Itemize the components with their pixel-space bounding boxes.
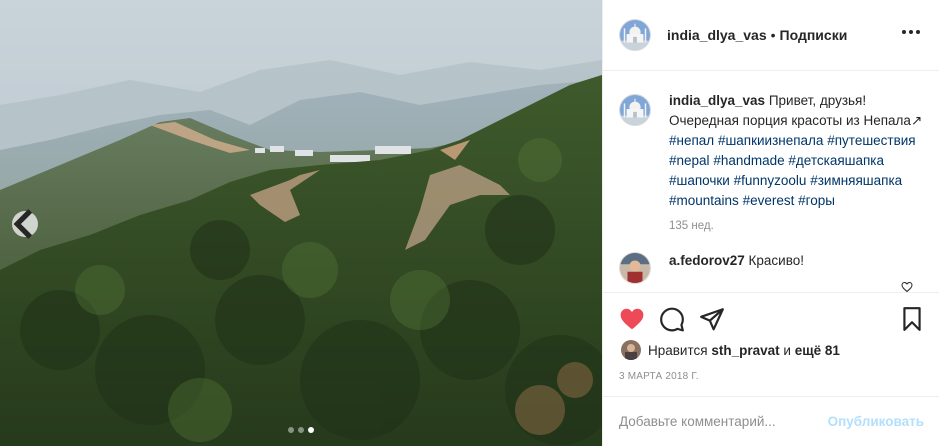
chevron-left-icon	[13, 209, 33, 239]
hashtag[interactable]: #mountains	[669, 193, 739, 208]
paper-plane-icon	[700, 308, 724, 331]
hashtag[interactable]: #горы	[798, 193, 835, 208]
mountain-landscape-image	[0, 0, 602, 446]
comment-avatar[interactable]	[619, 252, 651, 284]
post-side-panel: india_dlya_vas • Подписки india_dlya_vas…	[602, 0, 939, 446]
carousel-indicator	[288, 427, 314, 433]
comment-button[interactable]	[659, 306, 685, 332]
add-comment-bar: Опубликовать	[603, 396, 939, 446]
publish-button[interactable]: Опубликовать	[828, 414, 924, 429]
heart-filled-icon	[620, 308, 644, 330]
post-photo[interactable]	[0, 0, 602, 446]
hashtag[interactable]: #детскаяшапка	[788, 153, 884, 168]
more-dot-icon	[916, 30, 920, 34]
user-photo-avatar-icon	[621, 340, 641, 360]
caption-username[interactable]: india_dlya_vas	[669, 93, 765, 108]
more-options-button[interactable]	[902, 26, 920, 38]
hashtag[interactable]: #nepal	[669, 153, 710, 168]
comment-item: a.fedorov27 Красиво!	[619, 252, 924, 284]
caption-timestamp[interactable]: 135 нед.	[669, 220, 939, 232]
hashtag[interactable]: #путешествия	[827, 133, 915, 148]
user-photo-avatar-icon	[620, 253, 650, 283]
liker-avatar[interactable]	[621, 340, 641, 360]
hashtag[interactable]: #handmade	[713, 153, 784, 168]
carousel-prev-button[interactable]	[12, 209, 38, 239]
header-separator: •	[770, 27, 776, 43]
save-button[interactable]	[899, 306, 925, 332]
following-button[interactable]: Подписки	[780, 27, 848, 43]
action-bar	[603, 292, 939, 345]
hashtag[interactable]: #непал	[669, 133, 714, 148]
post-date[interactable]: 3 МАРТА 2018 Г.	[619, 371, 699, 382]
like-button[interactable]	[619, 306, 645, 332]
post-header: india_dlya_vas • Подписки	[603, 0, 939, 71]
caption-avatar[interactable]	[619, 94, 651, 126]
hashtag[interactable]: #шапочки	[669, 173, 730, 188]
more-dot-icon	[909, 30, 913, 34]
caption-body-glyph: ↗	[910, 113, 923, 128]
comment-text: a.fedorov27 Красиво!	[669, 252, 804, 270]
share-button[interactable]	[699, 306, 725, 332]
taj-mahal-avatar-icon	[620, 20, 650, 50]
taj-mahal-avatar-icon	[620, 95, 650, 125]
likes-summary: Нравится sth_pravat и ещё 81	[621, 340, 840, 360]
hashtag[interactable]: #шапкиизнепала	[718, 133, 824, 148]
comment-input[interactable]	[619, 414, 828, 429]
likes-count-button[interactable]: ещё 81	[795, 343, 840, 358]
post-caption: india_dlya_vas Привет, друзья! Очередная…	[619, 93, 924, 232]
more-dot-icon	[902, 30, 906, 34]
comment-bubble-icon	[660, 307, 684, 332]
comment-username[interactable]: a.fedorov27	[669, 253, 745, 268]
hashtag[interactable]: #everest	[743, 193, 795, 208]
caption-text: india_dlya_vas Привет, друзья! Очередная…	[669, 91, 939, 211]
comment-body: Красиво!	[748, 253, 804, 268]
comments-section[interactable]: india_dlya_vas Привет, друзья! Очередная…	[603, 72, 939, 291]
header-username[interactable]: india_dlya_vas	[667, 27, 767, 43]
likes-middle: и	[783, 342, 791, 358]
hashtag[interactable]: #funnyzoolu	[734, 173, 807, 188]
avatar[interactable]	[619, 19, 651, 51]
bookmark-icon	[903, 307, 921, 331]
carousel-dot	[298, 427, 304, 433]
hashtag[interactable]: #зимняяшапка	[810, 173, 902, 188]
carousel-dot-active	[308, 427, 314, 433]
carousel-dot	[288, 427, 294, 433]
liker-username[interactable]: sth_pravat	[711, 343, 779, 358]
likes-prefix: Нравится	[648, 342, 708, 358]
